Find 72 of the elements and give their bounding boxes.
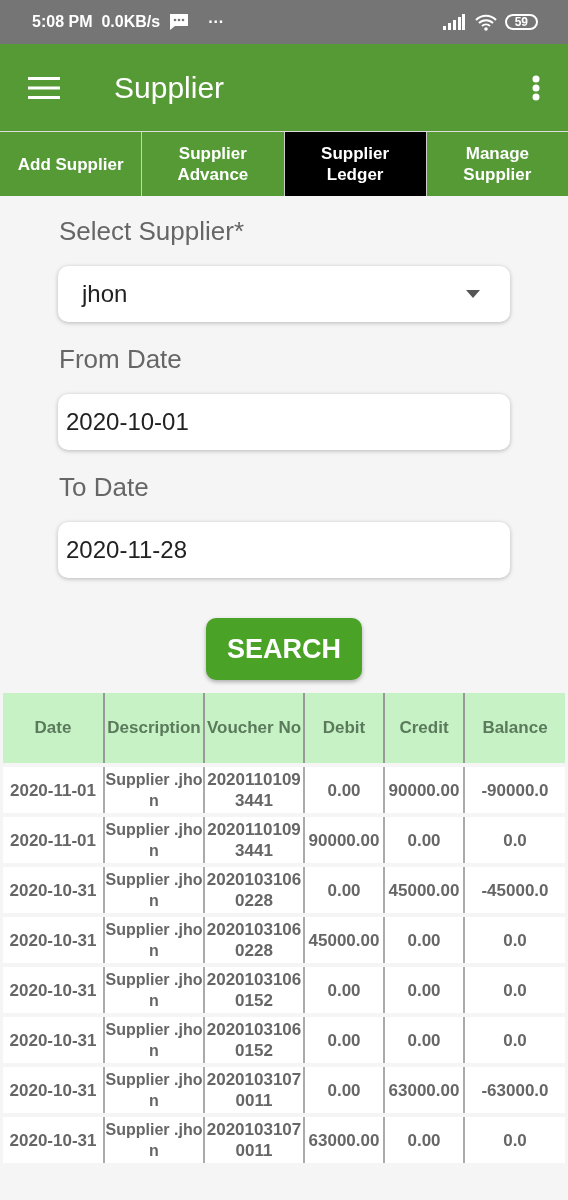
table-cell: 0.0 bbox=[465, 917, 565, 963]
table-cell: Supplier .jhon bbox=[105, 1017, 205, 1063]
clock: 5:08 PM bbox=[32, 13, 93, 31]
table-cell: 2020-10-31 bbox=[3, 867, 105, 913]
table-cell: 2020-10-31 bbox=[3, 917, 105, 963]
date-field[interactable]: 2020-10-01 bbox=[58, 394, 510, 450]
table-cell: -45000.0 bbox=[465, 867, 565, 913]
table-cell: Supplier .jhon bbox=[105, 817, 205, 863]
table-cell: 0.0 bbox=[465, 1017, 565, 1063]
wifi-icon bbox=[474, 13, 497, 31]
table-cell: Supplier .jhon bbox=[105, 967, 205, 1013]
table-cell: 20201031060228 bbox=[205, 867, 305, 913]
table-cell: 2020-10-31 bbox=[3, 1117, 105, 1163]
table-cell: 45000.00 bbox=[305, 917, 385, 963]
table-cell: 20201031070011 bbox=[205, 1067, 305, 1113]
column-header: Description bbox=[105, 693, 205, 763]
table-cell: Supplier .jhon bbox=[105, 917, 205, 963]
table-cell: 90000.00 bbox=[385, 767, 465, 813]
menu-button[interactable] bbox=[28, 76, 60, 99]
column-header: Debit bbox=[305, 693, 385, 763]
field-label: To Date bbox=[59, 472, 150, 504]
table-cell: 20201101093441 bbox=[205, 767, 305, 813]
more-notifications: ··· bbox=[208, 13, 225, 31]
dropdown-arrow-icon bbox=[466, 290, 480, 298]
dropdown-field[interactable]: jhon bbox=[58, 266, 510, 322]
table-cell: 0.00 bbox=[385, 917, 465, 963]
column-header: Voucher No bbox=[205, 693, 305, 763]
table-cell: 20201031060152 bbox=[205, 1017, 305, 1063]
screen-title: Supplier bbox=[114, 70, 226, 105]
column-header: Credit bbox=[385, 693, 465, 763]
table-cell: Supplier .jhon bbox=[105, 867, 205, 913]
table-cell: 0.00 bbox=[385, 1117, 465, 1163]
battery-indicator: 59 bbox=[504, 14, 538, 30]
field-label: From Date bbox=[59, 344, 183, 376]
table-cell: 0.0 bbox=[465, 967, 565, 1013]
table-cell: 2020-11-01 bbox=[3, 817, 105, 863]
table-cell: 0.00 bbox=[305, 767, 385, 813]
table-cell: 20201031060228 bbox=[205, 917, 305, 963]
table-cell: 0.00 bbox=[385, 967, 465, 1013]
column-header: Balance bbox=[465, 693, 565, 763]
table-cell: 0.00 bbox=[305, 867, 385, 913]
table-cell: 0.0 bbox=[465, 1117, 565, 1163]
table-cell: 2020-10-31 bbox=[3, 1067, 105, 1113]
table-cell: -90000.0 bbox=[465, 767, 565, 813]
table-cell: 0.00 bbox=[385, 817, 465, 863]
table-cell: 2020-10-31 bbox=[3, 967, 105, 1013]
network-speed: 0.0KB/s bbox=[101, 13, 161, 31]
table-cell: Supplier .jhon bbox=[105, 1067, 205, 1113]
tab[interactable]: Supplier Ledger bbox=[284, 132, 427, 196]
table-cell: -63000.0 bbox=[465, 1067, 565, 1113]
table-cell: 90000.00 bbox=[305, 817, 385, 863]
table-cell: 0.00 bbox=[385, 1017, 465, 1063]
message-icon bbox=[169, 13, 190, 31]
field-label: Select Supplier* bbox=[59, 216, 245, 248]
table-cell: 0.00 bbox=[305, 967, 385, 1013]
table-cell: 63000.00 bbox=[385, 1067, 465, 1113]
overflow-menu-button[interactable] bbox=[532, 74, 540, 101]
table-cell: Supplier .jhon bbox=[105, 1117, 205, 1163]
table-cell: 0.0 bbox=[465, 817, 565, 863]
table-cell: 0.00 bbox=[305, 1067, 385, 1113]
table-cell: 45000.00 bbox=[385, 867, 465, 913]
signal-icon bbox=[442, 14, 465, 30]
table-cell: Supplier .jhon bbox=[105, 767, 205, 813]
table-cell: 63000.00 bbox=[305, 1117, 385, 1163]
column-header: Date bbox=[3, 693, 105, 763]
table-cell: 0.00 bbox=[305, 1017, 385, 1063]
table-cell: 2020-11-01 bbox=[3, 767, 105, 813]
date-field[interactable]: 2020-11-28 bbox=[58, 522, 510, 578]
table-cell: 20201031060152 bbox=[205, 967, 305, 1013]
table-cell: 20201031070011 bbox=[205, 1117, 305, 1163]
table-cell: 20201101093441 bbox=[205, 817, 305, 863]
table-cell: 2020-10-31 bbox=[3, 1017, 105, 1063]
